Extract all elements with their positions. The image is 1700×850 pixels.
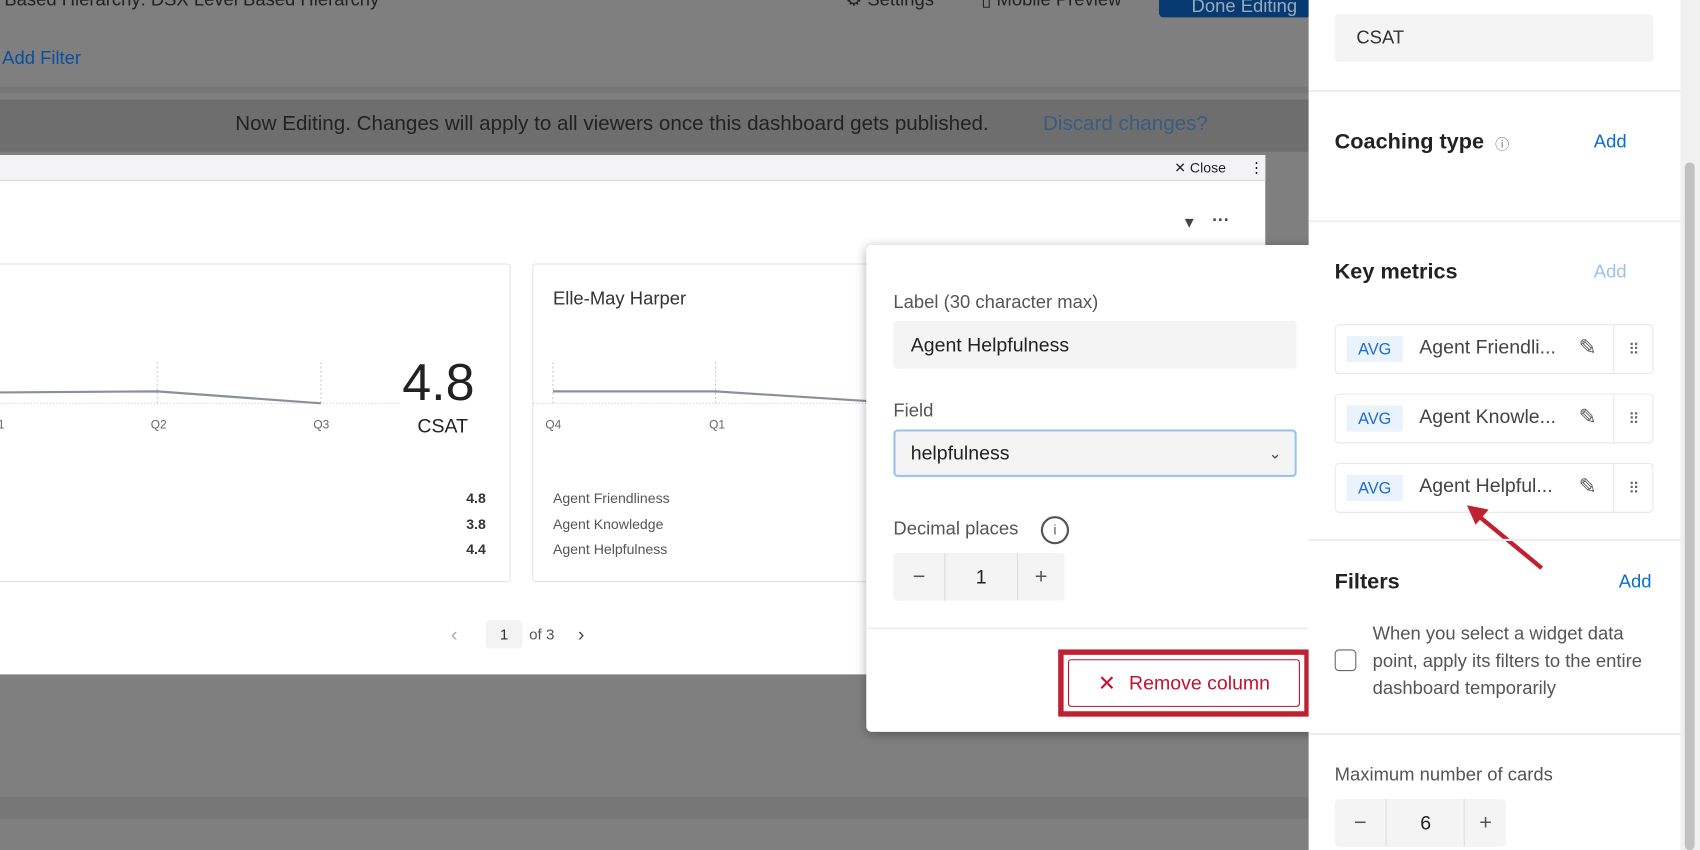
mobile-preview-button[interactable]: ▯ Mobile Preview <box>981 0 1121 11</box>
metric-name: Agent Helpfulness <box>552 541 668 558</box>
key-metrics-add-button[interactable]: Add <box>1594 261 1627 283</box>
settings-label: Settings <box>867 0 934 10</box>
increment-button[interactable]: + <box>1018 553 1065 601</box>
metric-name: Agent Knowle... <box>1419 405 1556 428</box>
big-label: CSAT <box>417 415 469 437</box>
scrollbar-thumb[interactable] <box>1684 162 1695 850</box>
drag-handle-icon[interactable]: ⠿ <box>1613 394 1653 443</box>
field-select-value: helpfulness <box>910 442 1010 465</box>
close-button[interactable]: ✕ Close <box>1174 159 1226 176</box>
apply-filters-label: When you select a widget data point, app… <box>1372 623 1643 699</box>
remove-column-button[interactable]: ✕ Remove column <box>1067 659 1300 707</box>
decimal-value[interactable]: 1 <box>946 552 1018 601</box>
divider <box>1308 220 1681 223</box>
decimal-stepper: − 1 + <box>893 552 1065 601</box>
metric-name: Agent Friendli... <box>1419 336 1556 358</box>
filters-add-button[interactable]: Add <box>1619 571 1652 593</box>
settings-panel: CSAT Coaching type ⓘ Add Key metrics Add… <box>1308 0 1681 850</box>
divider <box>1308 732 1681 736</box>
field-title: Field <box>893 400 934 421</box>
x-tick: 1 <box>0 419 4 432</box>
divider <box>0 796 1309 819</box>
done-editing-button[interactable]: Done Editing <box>1159 0 1311 18</box>
key-metric-item[interactable]: AVG Agent Friendli... ✎ ⠿ <box>1334 324 1654 375</box>
aggregation-badge: AVG <box>1346 336 1403 363</box>
scrollbar[interactable] <box>1680 0 1700 850</box>
discard-changes-link[interactable]: Discard changes? <box>1043 113 1208 137</box>
field-select[interactable]: helpfulness ⌄ <box>893 429 1297 478</box>
drag-handle-icon[interactable]: ⠿ <box>1613 325 1653 373</box>
max-cards-stepper: − 6 + <box>1334 799 1506 847</box>
drag-handle-icon[interactable]: ⠿ <box>1613 464 1653 512</box>
mobile-icon: ▯ <box>981 0 996 10</box>
metric-name: Agent Helpful... <box>1419 474 1553 497</box>
metric-value: 3.8 <box>466 516 486 533</box>
divider <box>1308 538 1681 542</box>
metric-edit-popover: Label (30 character max) Agent Helpfulne… <box>866 245 1325 732</box>
pencil-icon[interactable]: ✎ <box>1579 473 1597 500</box>
widget-toolbar: ✕ Close ⋮ <box>0 155 1266 182</box>
filter-icon[interactable]: ▼ <box>1182 214 1197 231</box>
gear-icon: ⚙ <box>846 0 868 10</box>
info-icon[interactable]: ⓘ <box>1495 133 1509 154</box>
mobile-preview-label: Mobile Preview <box>996 0 1121 10</box>
close-icon: ✕ <box>1097 671 1117 696</box>
label-field-title: Label (30 character max) <box>893 291 1099 313</box>
hierarchy-selector[interactable]: Based Hierarchy: DSX Level Based Hierarc… <box>4 0 379 11</box>
pencil-icon[interactable]: ✎ <box>1579 403 1597 430</box>
highlight-box: ✕ Remove column <box>1058 649 1310 717</box>
x-tick: Q4 <box>545 418 562 432</box>
divider <box>0 86 1309 94</box>
max-cards-value[interactable]: 6 <box>1387 799 1466 847</box>
prev-page-button[interactable]: ‹ <box>451 623 458 646</box>
apply-filters-checkbox[interactable] <box>1334 649 1357 672</box>
trend-line <box>533 362 881 406</box>
page-count: of 3 <box>529 625 555 643</box>
x-tick: Q3 <box>313 418 330 432</box>
filters-title: Filters <box>1334 570 1400 595</box>
metric-name: Agent Knowledge <box>552 516 664 533</box>
label-input[interactable]: Agent Helpfulness <box>893 320 1297 369</box>
banner-text: Now Editing. Changes will apply to all v… <box>235 112 989 136</box>
key-metrics-title: Key metrics <box>1334 260 1458 285</box>
more-horizontal-icon[interactable]: ··· <box>1212 211 1229 231</box>
remove-column-label: Remove column <box>1129 671 1271 694</box>
metric-name: Agent Friendliness <box>552 490 670 507</box>
coaching-add-button[interactable]: Add <box>1594 131 1627 153</box>
decrement-button[interactable]: − <box>1335 799 1388 847</box>
agent-name: Elle-May Harper <box>552 288 687 309</box>
settings-button[interactable]: ⚙ Settings <box>846 0 934 11</box>
more-vertical-icon[interactable]: ⋮ <box>1249 158 1264 176</box>
next-page-button[interactable]: › <box>578 623 585 646</box>
aggregation-badge: AVG <box>1346 405 1403 432</box>
max-cards-title: Maximum number of cards <box>1334 764 1553 785</box>
divider <box>1308 89 1681 93</box>
chevron-down-icon: ⌄ <box>1268 444 1282 462</box>
trend-line <box>0 362 399 406</box>
increment-button[interactable]: + <box>1465 799 1506 847</box>
x-tick: Q1 <box>709 418 725 432</box>
big-value: 4.8 <box>402 354 475 412</box>
x-tick: Q2 <box>150 418 167 432</box>
decimal-places-title: Decimal places <box>893 518 1019 539</box>
coaching-type-title: Coaching type <box>1334 130 1485 154</box>
add-filter-link[interactable]: Add Filter <box>2 48 81 70</box>
metric-input[interactable]: CSAT <box>1334 14 1654 62</box>
agent-card[interactable]: 1 Q2 Q3 4.8 CSAT 4.8 3.8 4.4 <box>0 263 511 583</box>
key-metric-item[interactable]: AVG Agent Knowle... ✎ ⠿ <box>1334 393 1654 444</box>
decrement-button[interactable]: − <box>893 552 946 601</box>
info-icon[interactable]: i <box>1040 516 1070 545</box>
aggregation-badge: AVG <box>1346 474 1403 501</box>
pencil-icon[interactable]: ✎ <box>1579 334 1597 361</box>
close-label: Close <box>1189 159 1226 176</box>
page-input[interactable]: 1 <box>485 620 523 649</box>
divider <box>866 627 1325 629</box>
close-icon: ✕ <box>1174 159 1190 176</box>
metric-value: 4.8 <box>466 490 486 507</box>
editing-banner: Now Editing. Changes will apply to all v… <box>0 99 1309 152</box>
metric-value: 4.4 <box>466 541 486 558</box>
